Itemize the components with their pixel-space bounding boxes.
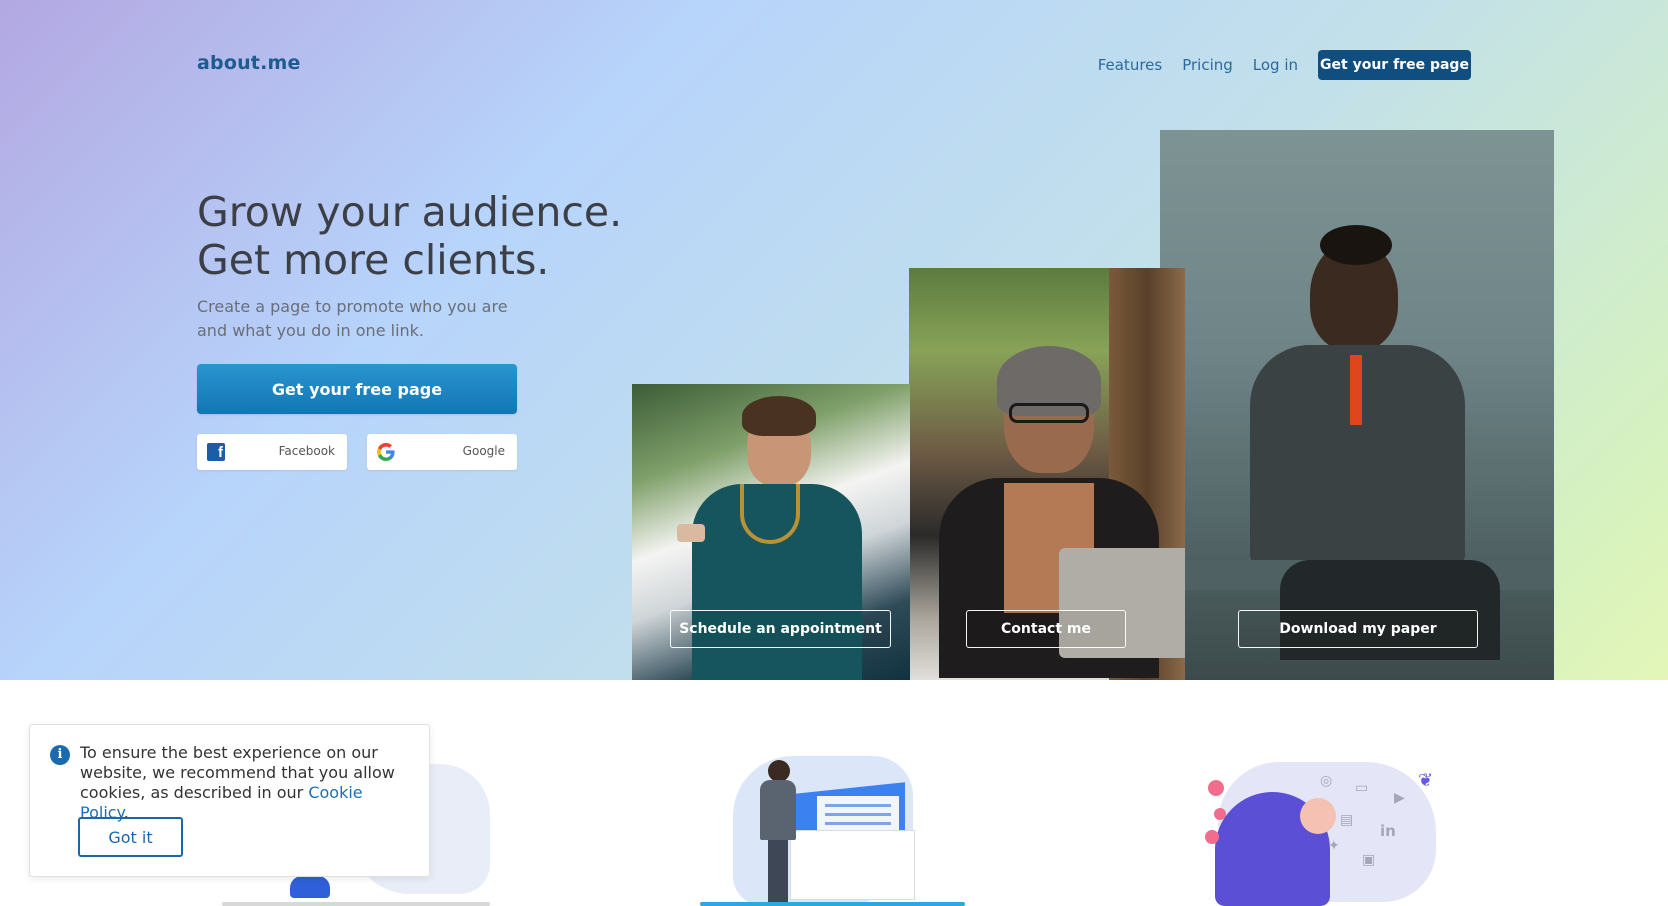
youtube-icon: ▶ [1394, 790, 1405, 806]
nav-get-free-page-button[interactable]: Get your free page [1318, 50, 1471, 80]
facebook-outline-icon: ▣ [1362, 852, 1376, 868]
schedule-appointment-button[interactable]: Schedule an appointment [670, 610, 891, 648]
cookie-banner: i To ensure the best experience on our w… [29, 724, 430, 877]
portrait-hair [742, 396, 816, 436]
hero-subhead: Create a page to promote who you are and… [197, 297, 508, 340]
logo[interactable]: about.me [197, 52, 301, 74]
photo-card-woman-laptop: Contact me [909, 268, 1185, 680]
contact-me-button[interactable]: Contact me [966, 610, 1126, 648]
instagram-icon: ◎ [1320, 773, 1333, 789]
google-signup-button[interactable]: Google [367, 434, 517, 470]
download-paper-button[interactable]: Download my paper [1238, 610, 1478, 648]
google-label: Google [462, 444, 505, 458]
phone [677, 524, 705, 542]
facebook-icon: f [207, 443, 225, 461]
headline-line-2: Get more clients. [197, 236, 550, 284]
linkedin-icon: in [1380, 822, 1396, 840]
portrait-hair [1320, 225, 1392, 265]
hero-section: about.me Features Pricing Log in Get you… [0, 0, 1668, 680]
google-icon [377, 443, 395, 461]
portrait-tie [1350, 355, 1362, 425]
message-icon: ▤ [1340, 812, 1354, 828]
got-it-button[interactable]: Got it [78, 817, 183, 857]
portrait-necklace [740, 484, 800, 544]
leaf-icon: ❦ [1418, 770, 1434, 791]
portrait-glasses [1009, 403, 1089, 423]
facebook-signup-button[interactable]: f Facebook [197, 434, 347, 470]
hero-headline: Grow your audience. Get more clients. [197, 188, 622, 284]
cookie-message: To ensure the best experience on our web… [80, 743, 410, 823]
photo-card-man: Download my paper [1160, 130, 1554, 680]
nav-features-link[interactable]: Features [1098, 56, 1163, 74]
nav-login-link[interactable]: Log in [1253, 56, 1298, 74]
nav-pricing-link[interactable]: Pricing [1182, 56, 1233, 74]
twitch-icon: ▭ [1355, 780, 1369, 796]
facebook-label: Facebook [278, 444, 335, 458]
get-free-page-button[interactable]: Get your free page [197, 364, 517, 414]
info-icon: i [50, 745, 70, 765]
headline-line-1: Grow your audience. [197, 188, 623, 236]
twitter-icon: ✦ [1328, 838, 1340, 854]
photo-card-woman-phone: Schedule an appointment [632, 384, 910, 680]
top-nav: Features Pricing Log in Get your free pa… [1098, 50, 1471, 80]
